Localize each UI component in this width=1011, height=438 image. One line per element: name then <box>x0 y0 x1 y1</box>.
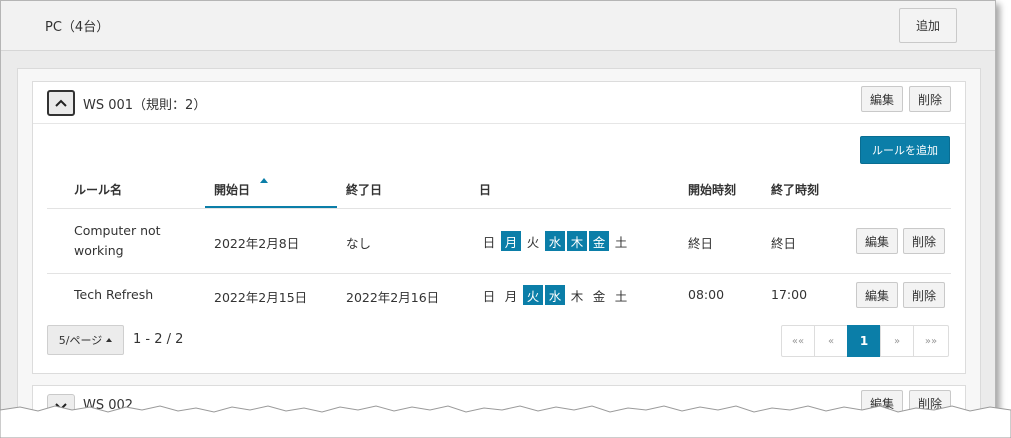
collapse-toggle-button[interactable] <box>47 90 75 116</box>
day-thu: 木 <box>570 288 584 304</box>
first-page-button[interactable]: «« <box>781 325 815 357</box>
day-sat: 土 <box>614 234 628 250</box>
group-delete-button[interactable]: 削除 <box>909 86 951 112</box>
page-1-button[interactable]: 1 <box>847 325 881 357</box>
groups-panel: WS 001（規則：2） 編集 削除 ルールを追加 ルール名 開始日 終了日 日… <box>17 68 981 417</box>
column-header-rule-name[interactable]: ルール名 <box>74 181 122 198</box>
page-size-label: 5/ページ <box>58 334 103 347</box>
days-cell: 日 月 火 水 木 金 土 <box>479 231 631 251</box>
sort-ascending-icon <box>260 178 268 183</box>
day-sun: 日 <box>482 288 496 304</box>
torn-edge-decoration <box>0 405 1011 438</box>
pagination-info: 1 - 2 / 2 <box>133 332 184 347</box>
column-header-start-date[interactable]: 開始日 <box>214 181 250 198</box>
add-rule-button[interactable]: ルールを追加 <box>860 136 950 164</box>
pc-header: PC（4台） 追加 <box>1 1 995 51</box>
pagination: «« « 1 » »» <box>781 325 949 357</box>
column-header-end-time[interactable]: 終了時刻 <box>771 181 819 198</box>
start-time-cell: 08:00 <box>688 287 725 302</box>
days-cell: 日 月 火 水 木 金 土 <box>479 285 631 305</box>
start-date-cell: 2022年2月8日 <box>214 236 300 251</box>
row-divider <box>47 273 951 274</box>
end-time-cell: 終日 <box>771 236 797 251</box>
day-thu: 木 <box>567 231 587 251</box>
column-header-days[interactable]: 日 <box>479 181 491 198</box>
rule-name-cell: Computer not working <box>74 223 161 258</box>
rule-delete-button[interactable]: 削除 <box>903 282 945 308</box>
add-button[interactable]: 追加 <box>899 8 957 43</box>
rule-edit-button[interactable]: 編集 <box>856 228 898 254</box>
caret-up-icon <box>106 338 113 342</box>
chevron-up-icon <box>55 99 67 107</box>
prev-page-button[interactable]: « <box>814 325 848 357</box>
end-time-cell: 17:00 <box>771 287 808 302</box>
group-card-ws001: WS 001（規則：2） 編集 削除 ルールを追加 ルール名 開始日 終了日 日… <box>32 81 966 374</box>
day-sat: 土 <box>614 288 628 304</box>
group-header: WS 001（規則：2） 編集 削除 <box>33 82 965 124</box>
rule-edit-button[interactable]: 編集 <box>856 282 898 308</box>
end-date-cell: 2022年2月16日 <box>346 290 440 305</box>
column-header-start-time[interactable]: 開始時刻 <box>688 181 736 198</box>
next-page-button[interactable]: » <box>880 325 914 357</box>
start-date-cell: 2022年2月15日 <box>214 290 308 305</box>
page-title: PC（4台） <box>45 20 110 35</box>
app-window: PC（4台） 追加 WS 001（規則：2） 編集 削除 ルールを追加 ルール名… <box>0 0 996 418</box>
end-date-cell: なし <box>346 236 372 251</box>
day-mon: 月 <box>501 231 521 251</box>
day-wed: 水 <box>545 285 565 305</box>
day-tue: 火 <box>526 234 540 250</box>
column-header-end-date[interactable]: 終了日 <box>346 181 382 198</box>
last-page-button[interactable]: »» <box>913 325 949 357</box>
day-sun: 日 <box>482 234 496 250</box>
group-title: WS 001（規則：2） <box>83 98 207 113</box>
start-time-cell: 終日 <box>688 236 714 251</box>
day-fri: 金 <box>592 288 606 304</box>
rule-delete-button[interactable]: 削除 <box>903 228 945 254</box>
day-wed: 水 <box>545 231 565 251</box>
day-tue: 火 <box>523 285 543 305</box>
group-edit-button[interactable]: 編集 <box>861 86 903 112</box>
day-mon: 月 <box>504 288 518 304</box>
page-size-select[interactable]: 5/ページ <box>47 325 124 355</box>
day-fri: 金 <box>589 231 609 251</box>
rule-name-cell: Tech Refresh <box>74 287 154 302</box>
header-divider <box>47 208 951 209</box>
